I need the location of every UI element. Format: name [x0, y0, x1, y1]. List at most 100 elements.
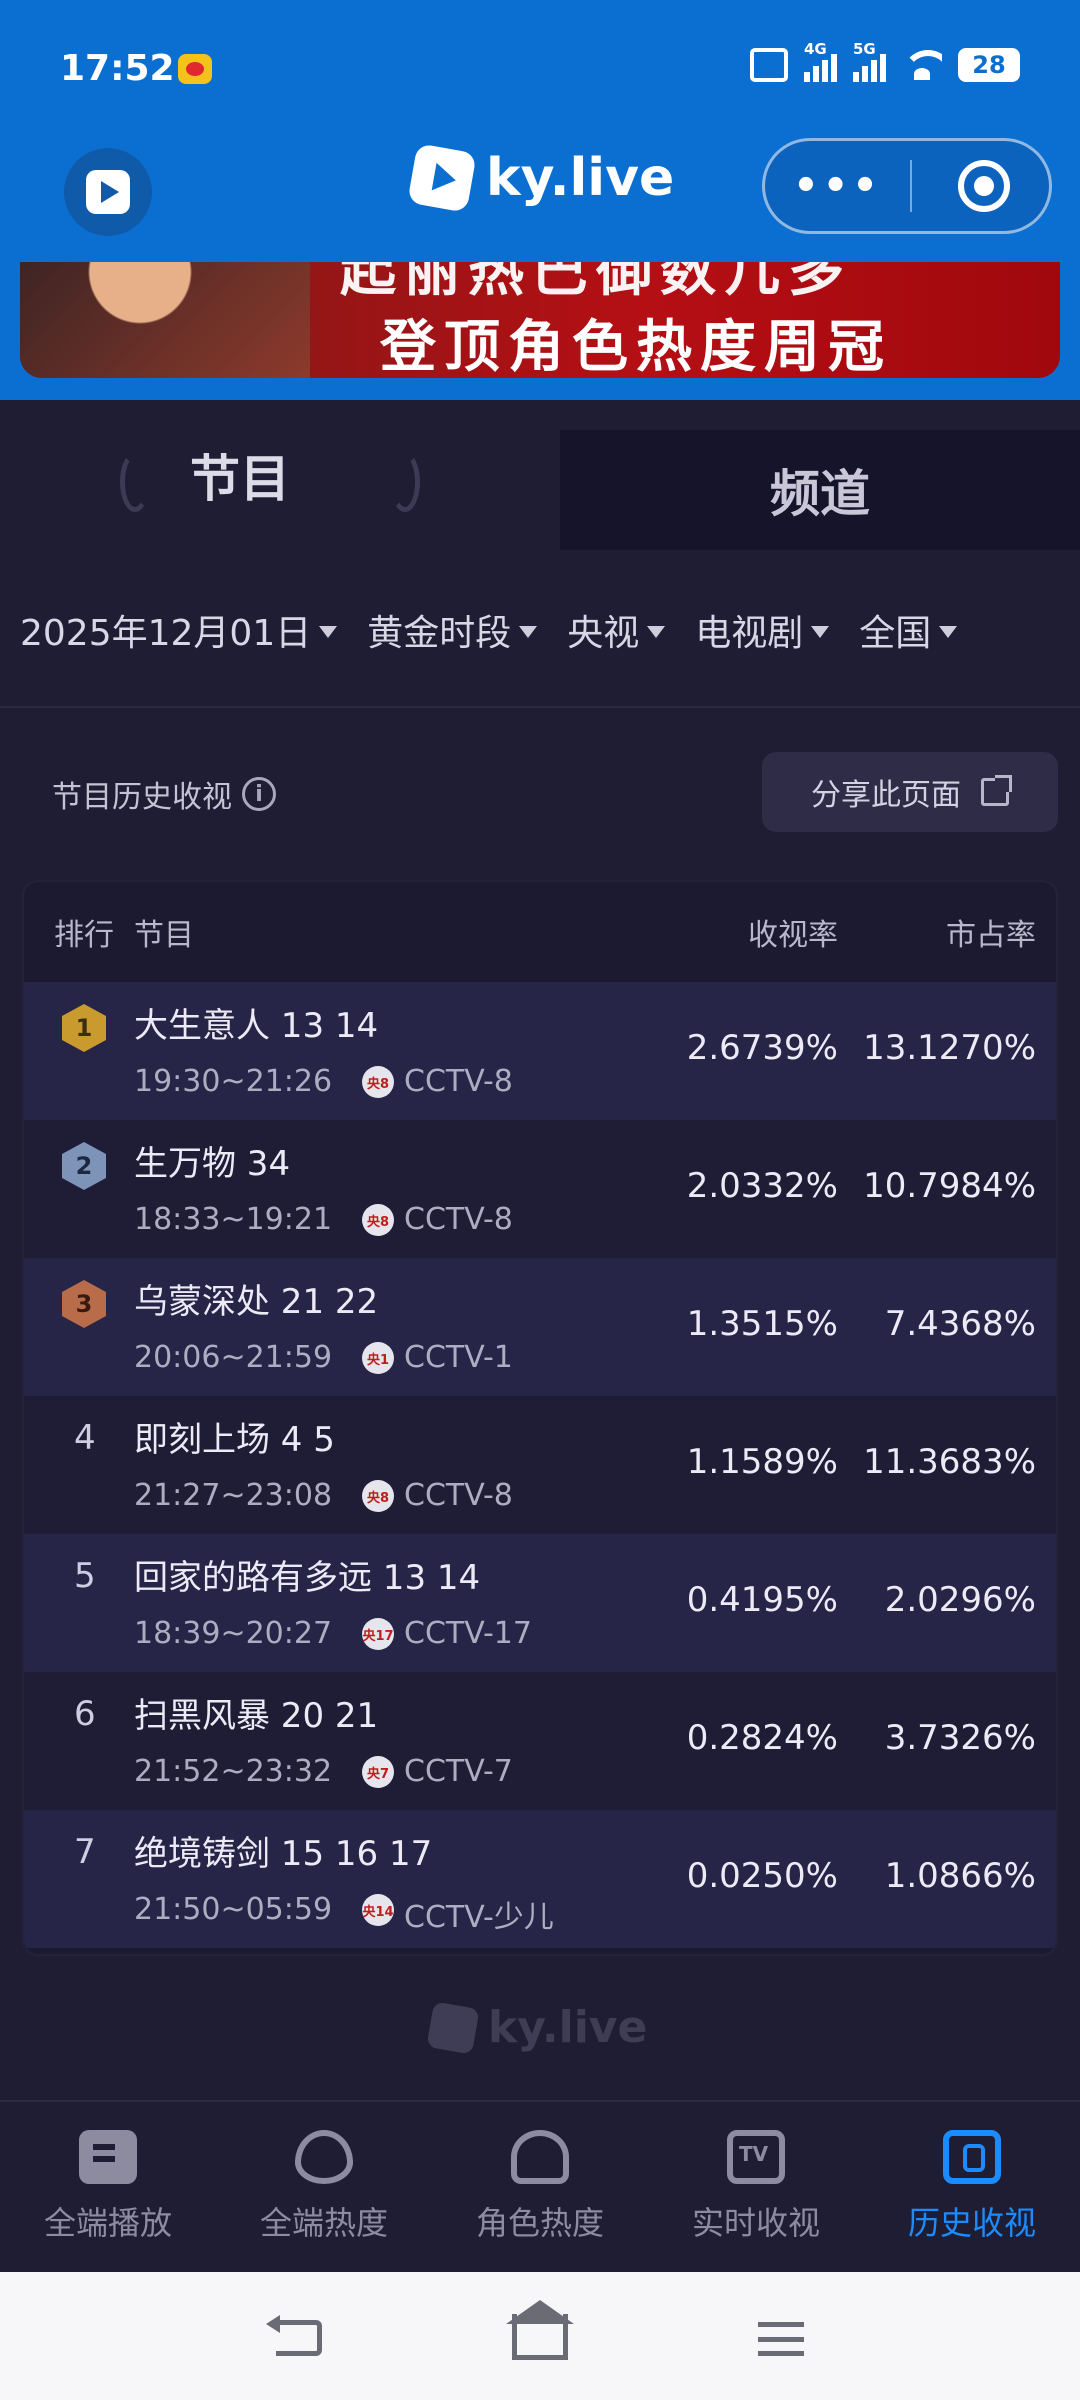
signal-4g-icon: 4G [804, 40, 837, 82]
filter-bar: 2025年12月01日 黄金时段 央视 电视剧 全国 [20, 600, 1060, 660]
channel-logo-icon: 央17 [362, 1618, 394, 1650]
table-row[interactable]: 2 生万物 34 18:33~19:21 央8 CCTV-8 2.0332% 1… [24, 1120, 1056, 1258]
rating-value: 2.6739% [686, 1028, 838, 1068]
close-miniprogram-button[interactable] [958, 160, 1010, 212]
ky-logo-icon [407, 143, 477, 213]
program-time: 21:52~23:32 [134, 1754, 333, 1789]
banner-line-1: 起丽热巴御数几多 [340, 262, 852, 304]
section-title: 节目历史收视 i [52, 772, 276, 816]
program-name: 生万物 34 [134, 1144, 291, 1184]
section-title-text: 节目历史收视 [52, 780, 232, 815]
app-home-button[interactable] [64, 148, 152, 236]
bottom-tab-all-heat[interactable]: 全端热度 [216, 2102, 432, 2272]
share-value: 10.7984% [863, 1166, 1036, 1206]
info-icon[interactable]: i [242, 777, 276, 811]
program-name: 绝境铸剑 15 16 17 [134, 1834, 433, 1874]
app-navbar: ky.live ••• [0, 138, 1080, 238]
network-label-5g: 5G [853, 40, 876, 58]
caret-down-icon [811, 626, 830, 638]
caret-down-icon [647, 626, 666, 638]
menu-icon[interactable] [758, 2322, 804, 2356]
table-row[interactable]: 6 扫黑风暴 20 21 21:52~23:32 央7 CCTV-7 0.282… [24, 1672, 1056, 1810]
table-row[interactable]: 4 即刻上场 4 5 21:27~23:08 央8 CCTV-8 1.1589%… [24, 1396, 1056, 1534]
ky-logo-icon [426, 2000, 480, 2055]
rating-value: 0.0250% [686, 1856, 838, 1896]
promo-banner[interactable]: 起丽热巴御数几多 登顶角色热度周冠 [20, 262, 1060, 378]
laurel-right-icon [390, 452, 420, 512]
tab-program[interactable]: 节目 [0, 400, 560, 550]
capsule-divider [910, 160, 912, 212]
bottom-tab-label: 全端播放 [43, 2204, 172, 2242]
share-page-button[interactable]: 分享此页面 [762, 752, 1058, 832]
filter-region-label: 全国 [859, 613, 932, 654]
channel-logo-icon: 央7 [362, 1756, 394, 1788]
rating-value: 0.4195% [686, 1580, 838, 1620]
program-name: 即刻上场 4 5 [134, 1420, 335, 1460]
rating-value: 2.0332% [686, 1166, 838, 1206]
header-rating[interactable]: 收视率 [748, 910, 838, 954]
share-value: 1.0866% [884, 1856, 1036, 1896]
home-icon[interactable] [512, 2314, 568, 2360]
divider [0, 706, 1080, 708]
user-icon [511, 2130, 569, 2184]
network-label-4g: 4G [804, 40, 827, 58]
program-time: 20:06~21:59 [134, 1340, 333, 1375]
filter-genre[interactable]: 电视剧 [695, 604, 830, 656]
filter-genre-label: 电视剧 [695, 613, 804, 654]
program-time: 18:39~20:27 [134, 1616, 333, 1651]
table-row[interactable]: 3 乌蒙深处 21 22 20:06~21:59 央1 CCTV-1 1.351… [24, 1258, 1056, 1396]
history-icon [943, 2130, 1001, 2184]
external-link-icon [981, 775, 1012, 806]
vibrate-icon [750, 48, 788, 82]
tab-channel[interactable]: 频道 [500, 430, 1080, 550]
rating-value: 0.2824% [686, 1718, 838, 1758]
program-time: 19:30~21:26 [134, 1064, 333, 1099]
program-name: 大生意人 13 14 [134, 1006, 379, 1046]
channel-name: CCTV-少儿 [404, 1900, 554, 1935]
miniprogram-capsule: ••• [762, 138, 1052, 234]
table-row[interactable]: 1 大生意人 13 14 19:30~21:26 央8 CCTV-8 2.673… [24, 982, 1056, 1120]
rank-number: 6 [74, 1694, 96, 1734]
table-row[interactable]: 7 绝境铸剑 15 16 17 21:50~05:59 央14 CCTV-少儿 … [24, 1810, 1056, 1948]
bottom-tab-label: 历史收视 [907, 2204, 1036, 2242]
back-icon[interactable] [266, 2315, 322, 2356]
channel-name: CCTV-8 [404, 1202, 513, 1237]
filter-network-label: 央视 [567, 613, 640, 654]
bottom-tab-label: 实时收视 [691, 2204, 820, 2242]
clock: 17:52 [60, 48, 175, 89]
rank-number: 5 [74, 1556, 96, 1596]
channel-name: CCTV-8 [404, 1064, 513, 1099]
share-value: 7.4368% [884, 1304, 1036, 1344]
tab-program-label: 节目 [190, 450, 290, 508]
channel-logo-icon: 央14 [362, 1894, 394, 1926]
rating-value: 1.3515% [686, 1304, 838, 1344]
caret-down-icon [939, 626, 958, 638]
filter-date[interactable]: 2025年12月01日 [20, 604, 338, 656]
channel-name: CCTV-17 [404, 1616, 532, 1651]
header-program: 节目 [134, 918, 194, 953]
header-share[interactable]: 市占率 [946, 910, 1036, 954]
filter-timeslot-label: 黄金时段 [367, 613, 512, 654]
channel-logo-icon: 央8 [362, 1480, 394, 1512]
filter-timeslot[interactable]: 黄金时段 [367, 604, 538, 656]
bottom-tab-label: 全端热度 [259, 2204, 388, 2242]
more-menu-button[interactable]: ••• [765, 163, 910, 209]
share-value: 11.3683% [863, 1442, 1036, 1482]
gold-medal-icon: 1 [62, 1004, 106, 1052]
flame-icon [295, 2130, 353, 2184]
table-row[interactable]: 5 回家的路有多远 13 14 18:39~20:27 央17 CCTV-17 … [24, 1534, 1056, 1672]
bottom-tab-role-heat[interactable]: 角色热度 [432, 2102, 648, 2272]
top-header: 17:52 4G 5G 28 ky.live ••• 起丽热巴御数几多 登顶角色… [0, 0, 1080, 420]
battery-icon: 28 [958, 48, 1020, 82]
table-body: 1 大生意人 13 14 19:30~21:26 央8 CCTV-8 2.673… [24, 982, 1056, 1948]
brand-name: ky.live [486, 148, 675, 208]
status-bar: 17:52 4G 5G 28 [0, 40, 1080, 100]
bottom-tab-live-ratings[interactable]: 实时收视 [648, 2102, 864, 2272]
bottom-tab-all-playback[interactable]: 全端播放 [0, 2102, 216, 2272]
program-time: 18:33~19:21 [134, 1202, 333, 1237]
bottom-tab-history-ratings[interactable]: 历史收视 [864, 2102, 1080, 2272]
filter-region[interactable]: 全国 [859, 604, 958, 656]
program-name: 扫黑风暴 20 21 [134, 1696, 379, 1736]
caret-down-icon [519, 626, 538, 638]
filter-network[interactable]: 央视 [567, 604, 666, 656]
